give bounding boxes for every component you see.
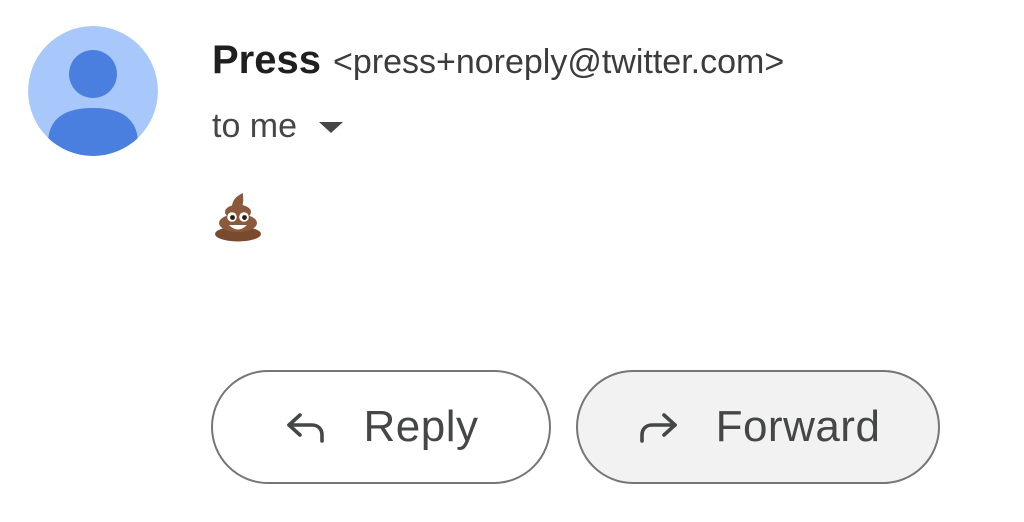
- email-message-view: Press <press+noreply@twitter.com> to me 💩…: [0, 0, 1024, 522]
- sender-email: <press+noreply@twitter.com>: [332, 43, 785, 81]
- forward-button[interactable]: Forward: [576, 370, 940, 484]
- forward-button-label: Forward: [715, 402, 881, 451]
- reply-button[interactable]: Reply: [211, 370, 551, 484]
- reply-button-label: Reply: [363, 402, 479, 451]
- person-placeholder-icon: [28, 26, 158, 156]
- sender-avatar[interactable]: [28, 26, 158, 156]
- sender-name: Press: [212, 38, 321, 82]
- recipient-label: to me: [212, 106, 298, 145]
- reply-arrow-icon: [286, 413, 324, 443]
- pile-of-poo-emoji: [215, 193, 261, 242]
- sender-header: Press <press+noreply@twitter.com>: [212, 36, 784, 93]
- caret-down-icon[interactable]: [319, 121, 344, 133]
- recipient-details-toggle[interactable]: to me: [212, 104, 344, 148]
- message-body: 💩: [212, 190, 264, 242]
- forward-arrow-icon: [639, 413, 677, 443]
